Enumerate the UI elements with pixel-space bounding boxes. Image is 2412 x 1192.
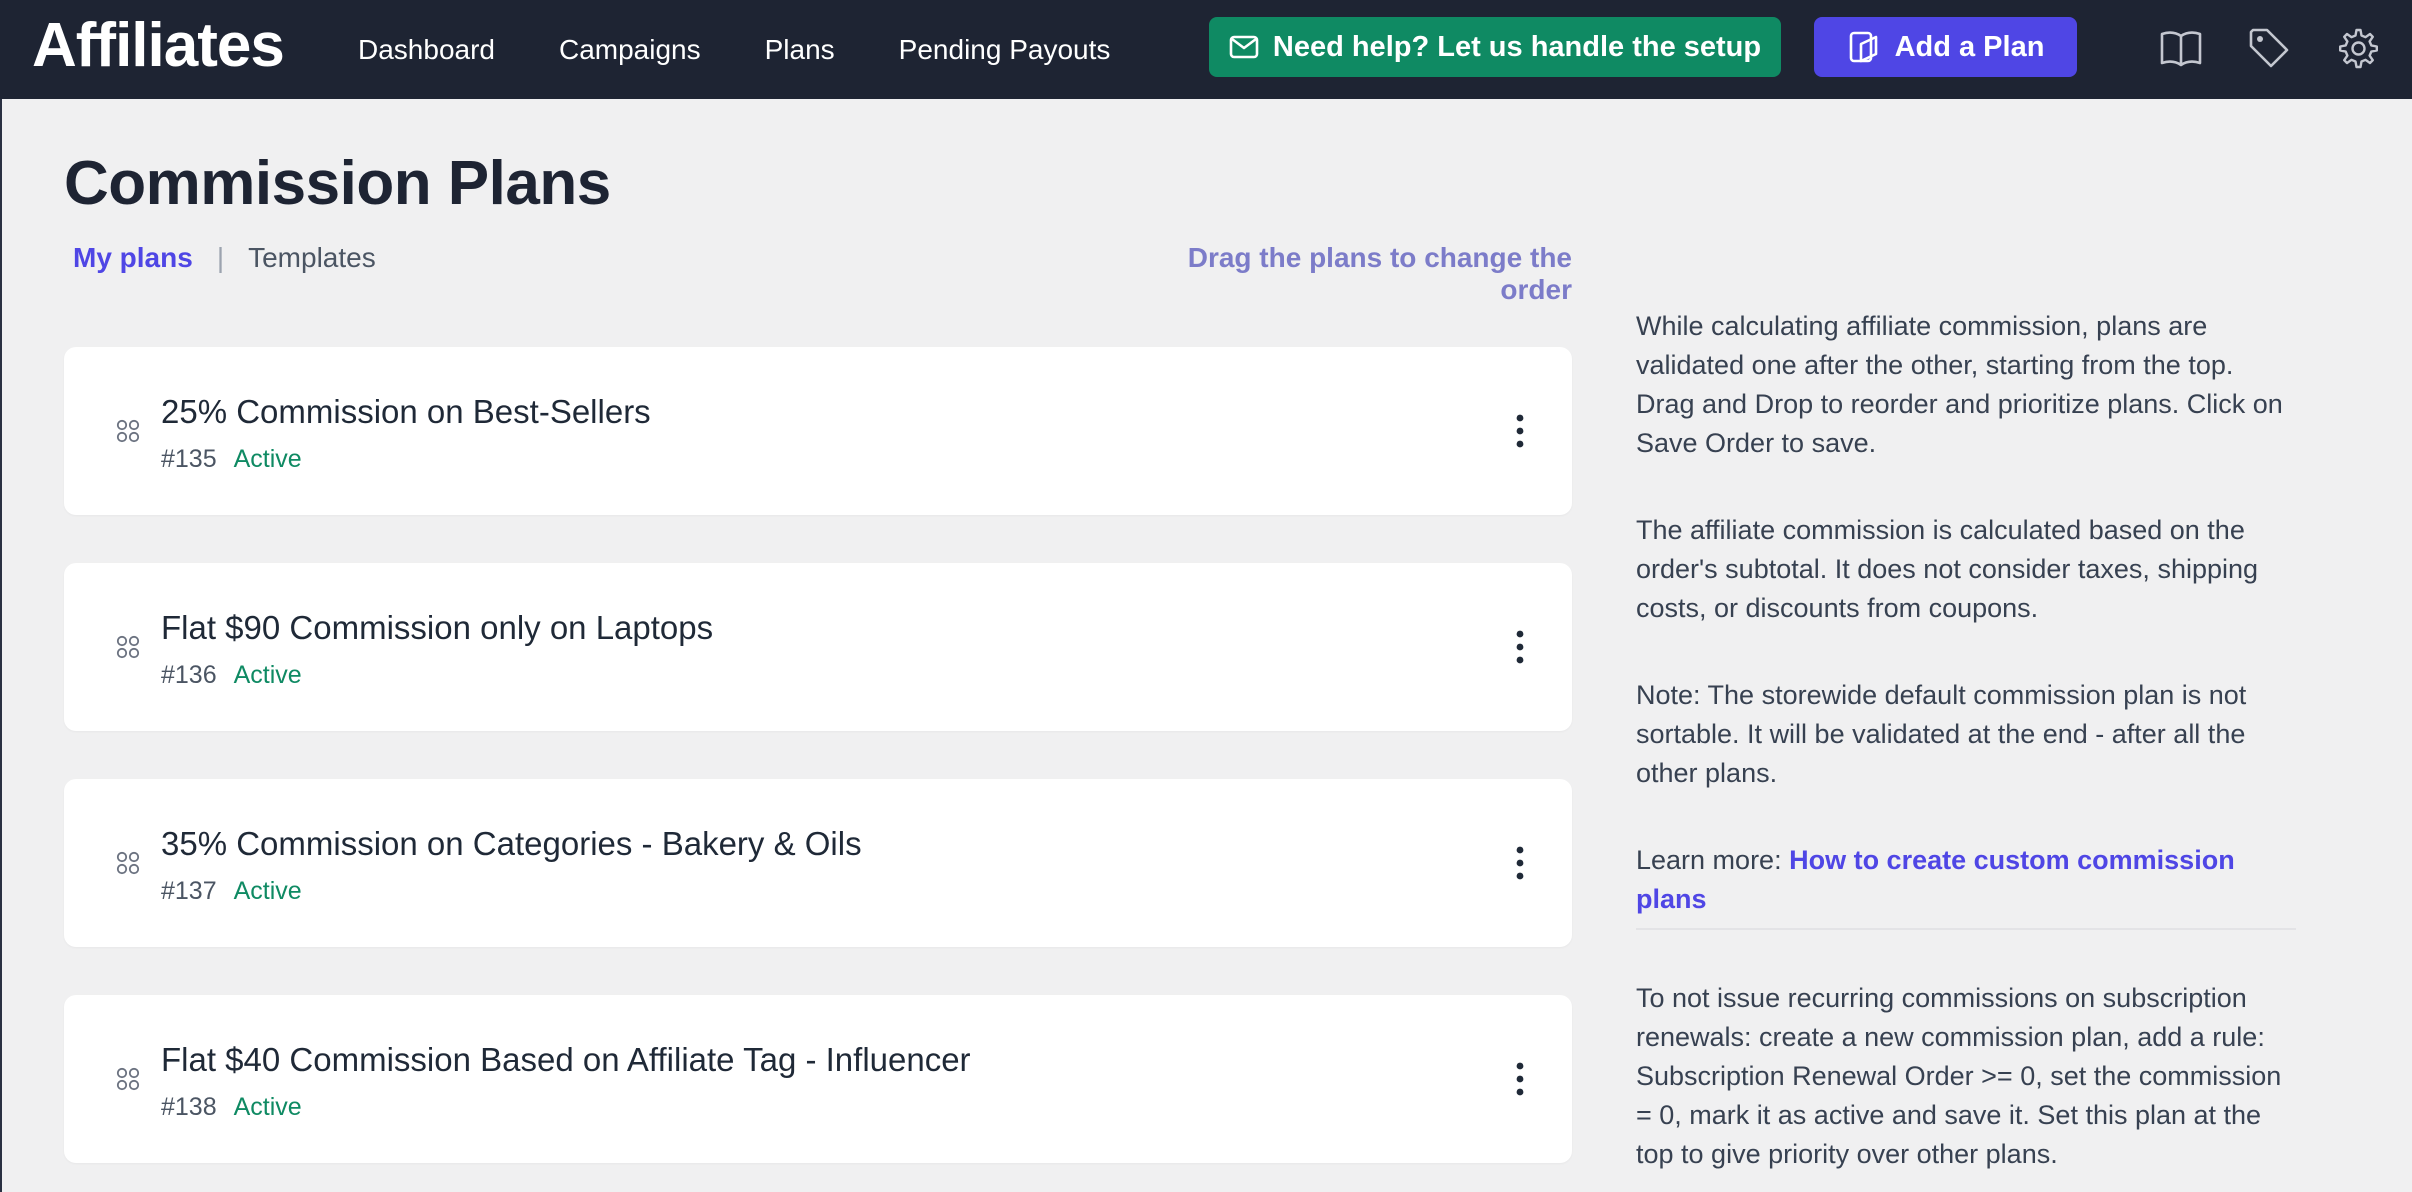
plan-card[interactable]: 25% Commission on Best-Sellers #135 Acti…: [64, 347, 1572, 515]
plan-title[interactable]: Flat $40 Commission Based on Affiliate T…: [161, 1041, 971, 1079]
nav-pending-payouts[interactable]: Pending Payouts: [899, 34, 1111, 66]
drag-order-hint: Drag the plans to change the order: [1187, 242, 1572, 305]
nav-dashboard[interactable]: Dashboard: [358, 34, 495, 66]
plan-status-badge: Active: [233, 445, 302, 473]
book-icon[interactable]: [2159, 26, 2203, 70]
plan-meta: #138 Active: [161, 1093, 302, 1122]
drag-handle-icon[interactable]: [115, 634, 141, 660]
page-title: Commission Plans: [64, 149, 611, 218]
tab-templates[interactable]: Templates: [248, 242, 376, 274]
gear-icon[interactable]: [2335, 26, 2379, 70]
learn-more-prefix: Learn more:: [1636, 845, 1790, 875]
main-nav: Dashboard Campaigns Plans Pending Payout…: [358, 0, 1174, 99]
more-options-icon[interactable]: [1505, 1057, 1535, 1101]
tab-separator: |: [216, 242, 225, 273]
plan-id: #137: [161, 877, 217, 905]
nav-campaigns[interactable]: Campaigns: [559, 34, 701, 66]
drag-handle-icon[interactable]: [115, 1066, 141, 1092]
more-options-icon[interactable]: [1505, 409, 1535, 453]
info-validation-order: While calculating affiliate commission, …: [1636, 311, 2283, 458]
plan-status-badge: Active: [233, 877, 302, 905]
plan-id: #135: [161, 445, 217, 473]
mail-icon: [1229, 35, 1259, 59]
plans-tabs: My plans | Templates: [73, 242, 376, 274]
info-learn-more: Learn more: How to create custom commiss…: [1636, 841, 2296, 919]
plan-id: #138: [161, 1093, 217, 1121]
top-navigation-bar: Affiliates Dashboard Campaigns Plans Pen…: [0, 0, 2412, 99]
plan-id: #136: [161, 661, 217, 689]
plan-status-badge: Active: [233, 661, 302, 689]
plan-meta: #136 Active: [161, 661, 302, 690]
plan-card[interactable]: Flat $90 Commission only on Laptops #136…: [64, 563, 1572, 731]
tag-icon[interactable]: [2247, 26, 2291, 70]
more-options-icon[interactable]: [1505, 841, 1535, 885]
info-subtotal-basis: The affiliate commission is calculated b…: [1636, 515, 2259, 623]
help-setup-label: Need help? Let us handle the setup: [1272, 30, 1762, 63]
add-plan-button[interactable]: Add a Plan: [1814, 17, 2077, 77]
plan-title[interactable]: Flat $90 Commission only on Laptops: [161, 609, 713, 647]
info-recurring-commissions: To not issue recurring commissions on su…: [1636, 983, 2282, 1169]
tab-my-plans[interactable]: My plans: [73, 242, 193, 274]
add-plan-label: Add a Plan: [1894, 30, 2045, 63]
plan-card[interactable]: Flat $40 Commission Based on Affiliate T…: [64, 995, 1572, 1163]
more-options-icon[interactable]: [1505, 625, 1535, 669]
help-setup-button[interactable]: Need help? Let us handle the setup: [1209, 17, 1781, 77]
info-divider: [1636, 928, 2296, 930]
plan-card[interactable]: 35% Commission on Categories - Bakery & …: [64, 779, 1572, 947]
plan-meta: #137 Active: [161, 877, 302, 906]
add-plan-icon: [1847, 30, 1881, 64]
plan-meta: #135 Active: [161, 445, 302, 474]
drag-handle-icon[interactable]: [115, 418, 141, 444]
plan-title[interactable]: 35% Commission on Categories - Bakery & …: [161, 825, 862, 863]
plan-status-badge: Active: [233, 1093, 302, 1121]
app-brand[interactable]: Affiliates: [32, 10, 285, 81]
plan-title[interactable]: 25% Commission on Best-Sellers: [161, 393, 651, 431]
info-default-plan-note: Note: The storewide default commission p…: [1636, 680, 2247, 788]
nav-plans[interactable]: Plans: [765, 34, 835, 66]
drag-handle-icon[interactable]: [115, 850, 141, 876]
left-edge-border: [0, 99, 2, 1192]
